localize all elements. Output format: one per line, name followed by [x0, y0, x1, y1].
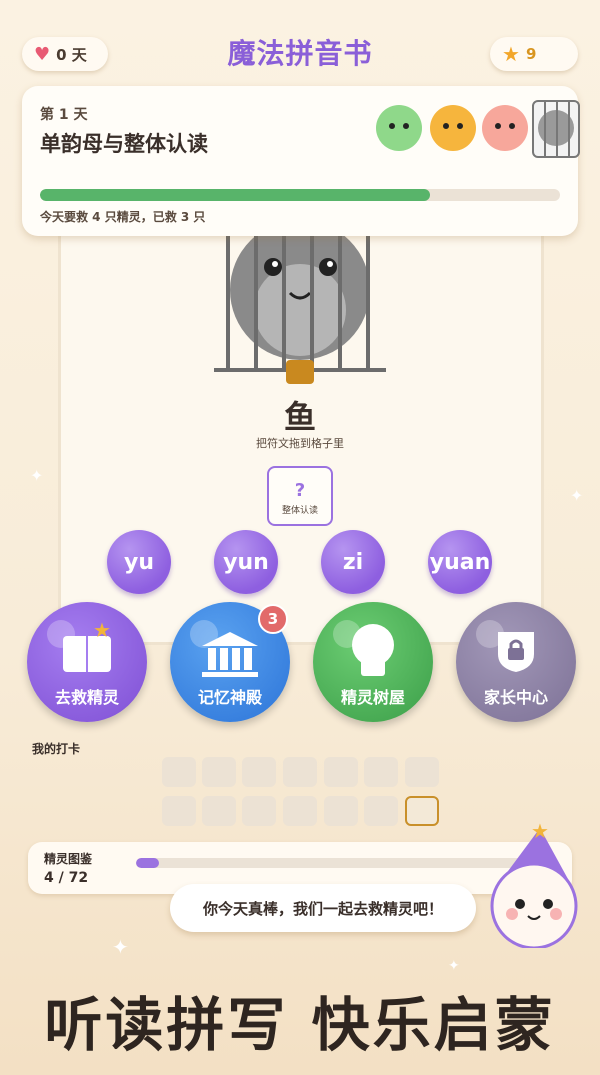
target-character: 鱼	[283, 398, 316, 436]
orange-creature-icon	[430, 105, 476, 151]
lesson-progress-bar	[40, 189, 560, 201]
star-icon: ★	[93, 618, 111, 642]
caged-creature-icon	[532, 100, 580, 158]
svg-text:★: ★	[531, 819, 549, 843]
treehouse-button[interactable]: 精灵树屋	[313, 602, 433, 722]
checkin-cell	[364, 757, 398, 787]
checkin-label: 我的打卡	[32, 742, 81, 756]
star-pill[interactable]: ★ 9	[490, 37, 578, 71]
checkin-cell	[405, 757, 439, 787]
pink-creature-icon	[482, 105, 528, 151]
memory-temple-button[interactable]: 记忆神殿 3	[170, 602, 290, 722]
checkin-cell	[162, 757, 196, 787]
lesson-progress-fill	[40, 189, 430, 201]
sparkle-icon: ✦	[570, 486, 584, 505]
parent-center-label: 家长中心	[483, 688, 548, 707]
rescue-label: 去救精灵	[54, 688, 119, 707]
cage-creature	[214, 225, 386, 384]
drag-hint: 把符文拖到格子里	[256, 437, 344, 450]
checkin-cell	[324, 796, 358, 826]
mascot-speech-bubble: 你今天真棒，我们一起去救精灵吧！	[170, 884, 476, 932]
syllable-option-yun[interactable]: yun	[214, 530, 278, 594]
star-count: 9	[525, 45, 537, 63]
speech-text: 你今天真棒，我们一起去救精灵吧！	[202, 899, 443, 918]
star-icon: ★	[502, 42, 520, 66]
checkin-cell-today[interactable]	[405, 796, 439, 826]
syllable-option-yuan[interactable]: yuan	[428, 530, 492, 594]
syllable-option-yu[interactable]: yu	[107, 530, 171, 594]
slot-label: 整体认读	[281, 506, 318, 516]
memory-badge: 3	[258, 604, 288, 634]
wizard-mascot: ★	[490, 819, 578, 948]
slogan: 听读拼写 快乐启蒙	[44, 991, 556, 1059]
temple-icon	[202, 632, 258, 677]
green-creature-icon	[376, 105, 422, 151]
dex-count: 4 / 72	[44, 870, 89, 886]
treehouse-label: 精灵树屋	[340, 688, 405, 707]
checkin-cell	[283, 757, 317, 787]
shield-lock-icon	[498, 632, 534, 672]
dex-progress-fill	[136, 858, 160, 868]
house-icon	[361, 658, 385, 676]
drop-slot[interactable]: ? 整体认读	[267, 466, 333, 526]
checkin-cell	[242, 796, 276, 826]
sparkle-icon: ✦	[112, 935, 129, 959]
checkin-cell	[283, 796, 317, 826]
checkin-cell	[202, 796, 236, 826]
sparkle-icon: ✦	[30, 466, 44, 485]
lesson-status: 今天要救 4 只精灵，已救 3 只	[40, 210, 206, 224]
checkin-cell	[162, 796, 196, 826]
checkin-cell	[364, 796, 398, 826]
parent-center-button[interactable]: 家长中心	[456, 602, 576, 722]
rescue-button[interactable]: ★ 去救精灵	[27, 602, 147, 722]
syllable-option-zi[interactable]: zi	[321, 530, 385, 594]
day-label: 第 1 天	[40, 107, 88, 123]
sparkle-icon: ✦	[448, 958, 460, 974]
checkin-cell	[202, 757, 236, 787]
checkin-cell	[324, 757, 358, 787]
checkin-cell	[242, 757, 276, 787]
slot-question-mark: ?	[294, 480, 306, 501]
memory-temple-label: 记忆神殿	[197, 688, 262, 707]
dex-label: 精灵图鉴	[44, 852, 93, 866]
lesson-title: 单韵母与整体认读	[40, 132, 208, 156]
